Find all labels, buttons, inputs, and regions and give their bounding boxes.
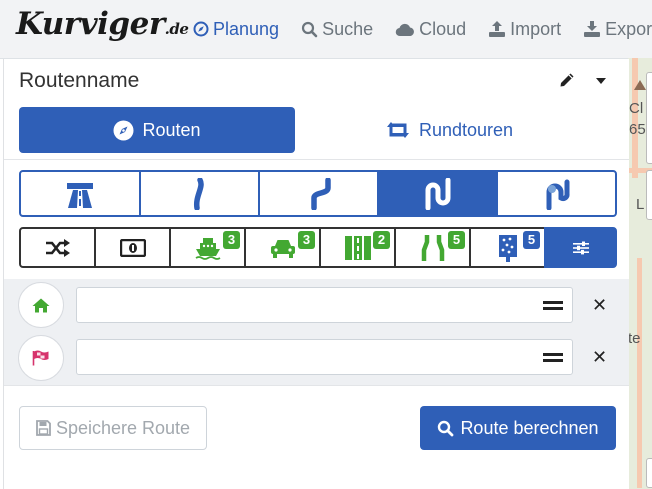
save-route-button[interactable]: Speichere Route [19,406,207,450]
map-label: Cl [629,100,644,117]
kurviger-logo[interactable]: Kurviger.de [16,6,189,42]
nav-export[interactable]: Export [583,19,652,40]
nav-planung[interactable]: Planung [193,19,279,40]
car-train-badge: 3 [298,231,315,249]
calculate-route-button[interactable]: Route berechnen [420,406,616,450]
scenic-icon [498,234,517,262]
nav-cloud[interactable]: Cloud [395,19,466,40]
route-name-title[interactable]: Routenname [19,69,139,93]
retweet-icon [386,122,409,138]
compass-icon [113,120,134,140]
map-road [637,258,642,488]
ferry-badge: 3 [223,231,240,249]
sliders-icon [572,241,589,254]
route-panel: Routenname Routen Rundtouren 3 3 2 5 5 ✕… [3,59,629,489]
close-icon[interactable]: ✕ [592,296,607,314]
home-icon [32,298,50,312]
narrow-badge: 5 [448,231,465,249]
option-ferry[interactable]: 3 [169,227,246,268]
map-label: L [636,196,645,213]
chevron-down-icon[interactable] [596,78,606,84]
option-random[interactable] [19,227,96,268]
waypoint-list: ✕ ✕ [4,279,629,385]
drag-handle-icon[interactable] [543,353,563,362]
very-curvy-icon [425,177,450,210]
slight-curve-icon [193,177,204,210]
divider [4,159,629,160]
pencil-icon[interactable] [559,72,575,88]
download-icon [584,21,601,37]
mountain-icon [634,80,646,90]
compass-icon [193,21,209,37]
cloud-icon [395,23,415,36]
scenic-badge: 5 [523,231,540,249]
unpaved-badge: 2 [373,231,390,249]
curviness-slight[interactable] [139,170,260,217]
divider [4,385,629,386]
map-label: te [628,330,641,347]
map-view[interactable]: Cl 65 L te [628,58,652,489]
extreme-curve-icon [546,179,569,210]
search-icon [438,420,454,436]
option-settings[interactable] [544,227,617,268]
option-car-train[interactable]: 3 [244,227,321,268]
upload-icon [489,21,506,37]
destination-input[interactable] [76,339,573,375]
car-icon [270,239,295,258]
curviness-highway[interactable] [19,170,141,217]
route-options: 3 3 2 5 5 [19,227,617,268]
search-icon [301,21,318,37]
narrow-road-icon [421,234,444,261]
tab-rundtouren[interactable]: Rundtouren [349,107,549,153]
tab-routen[interactable]: Routen [19,107,295,153]
map-road [632,58,638,178]
road-icon [344,235,371,260]
curviness-curvy[interactable] [258,170,379,217]
top-navbar: Kurviger.de Planung Suche Cloud Import E… [0,0,652,59]
flag-icon [32,350,49,366]
curviness-selector [19,170,617,217]
curve-icon [310,177,331,210]
start-input[interactable] [76,287,573,323]
shuffle-icon [45,238,70,257]
map-layer-control[interactable] [646,170,652,220]
option-unpaved[interactable]: 2 [319,227,396,268]
curviness-very-curvy[interactable] [377,170,498,217]
nav-import[interactable]: Import [488,19,561,40]
curviness-extreme[interactable] [496,170,617,217]
waypoint-start-marker[interactable] [18,282,64,328]
option-toll[interactable] [94,227,171,268]
money-icon [119,238,146,257]
main-nav: Planung Suche Cloud Import Export [193,0,652,58]
ferry-icon [195,237,220,260]
highway-icon [67,182,93,208]
save-icon [36,420,51,436]
nav-suche[interactable]: Suche [301,19,373,40]
drag-handle-icon[interactable] [543,301,563,310]
option-scenic[interactable]: 5 [469,227,546,268]
map-zoom-control[interactable] [646,72,652,164]
close-icon[interactable]: ✕ [592,348,607,366]
map-label: 65 [629,121,646,138]
map-checkbox[interactable] [646,458,652,488]
option-narrow[interactable]: 5 [394,227,471,268]
waypoint-end-marker[interactable] [18,335,64,381]
